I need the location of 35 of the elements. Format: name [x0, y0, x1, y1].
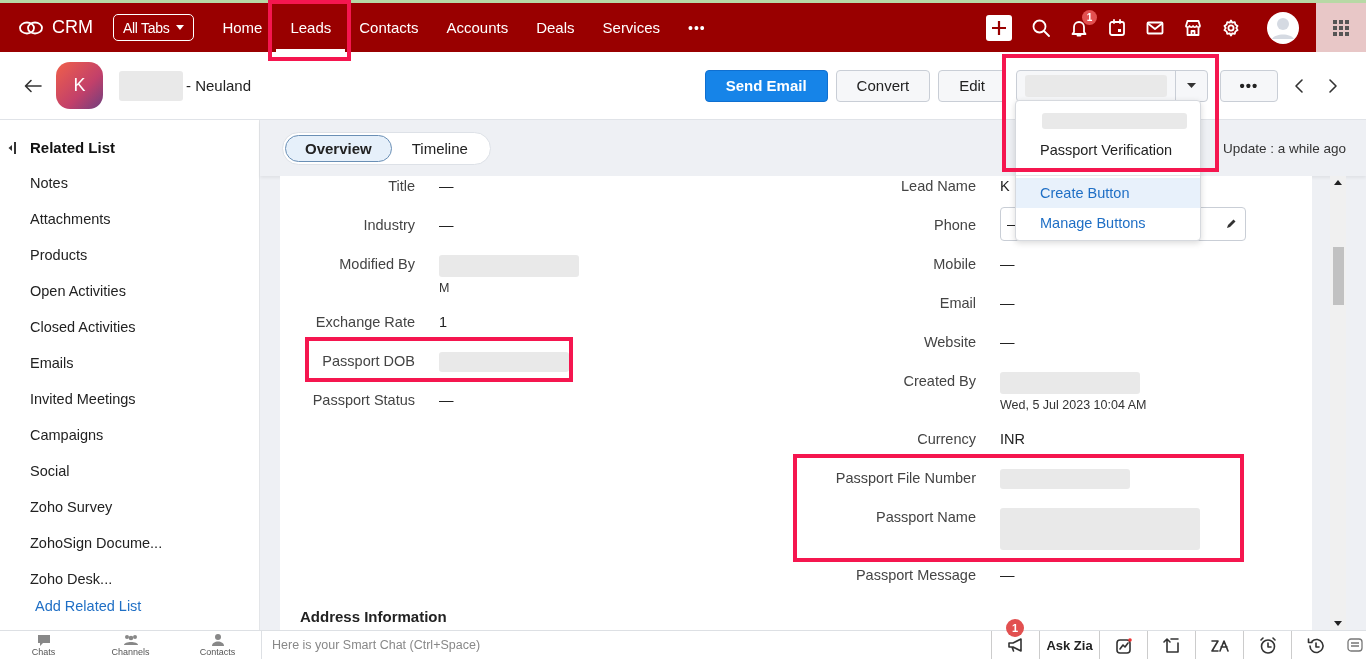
field-value: — [439, 177, 454, 195]
sidebar-title: Related List [30, 139, 116, 156]
field-label: Passport File Number [834, 469, 976, 487]
field-value: — [439, 391, 454, 409]
field-label: Lead Name [900, 177, 976, 195]
record-avatar: K [56, 62, 103, 109]
field-label: Website [922, 333, 976, 351]
field-label: Mobile [932, 255, 976, 273]
section-title: Address Information [300, 608, 447, 625]
timestamp-text: Wed, 5 Jul 2023 10:04 AM [1000, 397, 1147, 414]
field-value: — [439, 216, 454, 234]
field-label: Email [938, 294, 976, 312]
field-label: Modified By [338, 255, 415, 273]
field-label: Passport Status [311, 391, 415, 409]
field-label: Title [387, 177, 415, 195]
field-value: — [1000, 294, 1015, 312]
field-label: Passport DOB [321, 352, 415, 370]
field-label: Passport Message [854, 566, 976, 584]
field-label: Currency [916, 430, 976, 448]
field-value: — [1000, 255, 1015, 273]
field-value: 1 [439, 313, 448, 331]
field-value: INR [1000, 430, 1025, 448]
field-label: Phone [933, 216, 976, 234]
field-label: Created By [902, 372, 976, 390]
field-label: Industry [362, 216, 415, 234]
record-name: - Neuland [186, 77, 252, 94]
timestamp-text: M [439, 280, 451, 297]
brand-name: CRM [52, 17, 93, 38]
field-label: Exchange Rate [314, 313, 415, 331]
last-update-text: Update : a while ago [1222, 140, 1346, 156]
field-value: — [1000, 566, 1015, 584]
field-label: Passport Name [875, 508, 976, 526]
notification-badge: 1 [1082, 9, 1097, 25]
field-value: — [1000, 333, 1015, 351]
field-value: K [1000, 177, 1010, 195]
